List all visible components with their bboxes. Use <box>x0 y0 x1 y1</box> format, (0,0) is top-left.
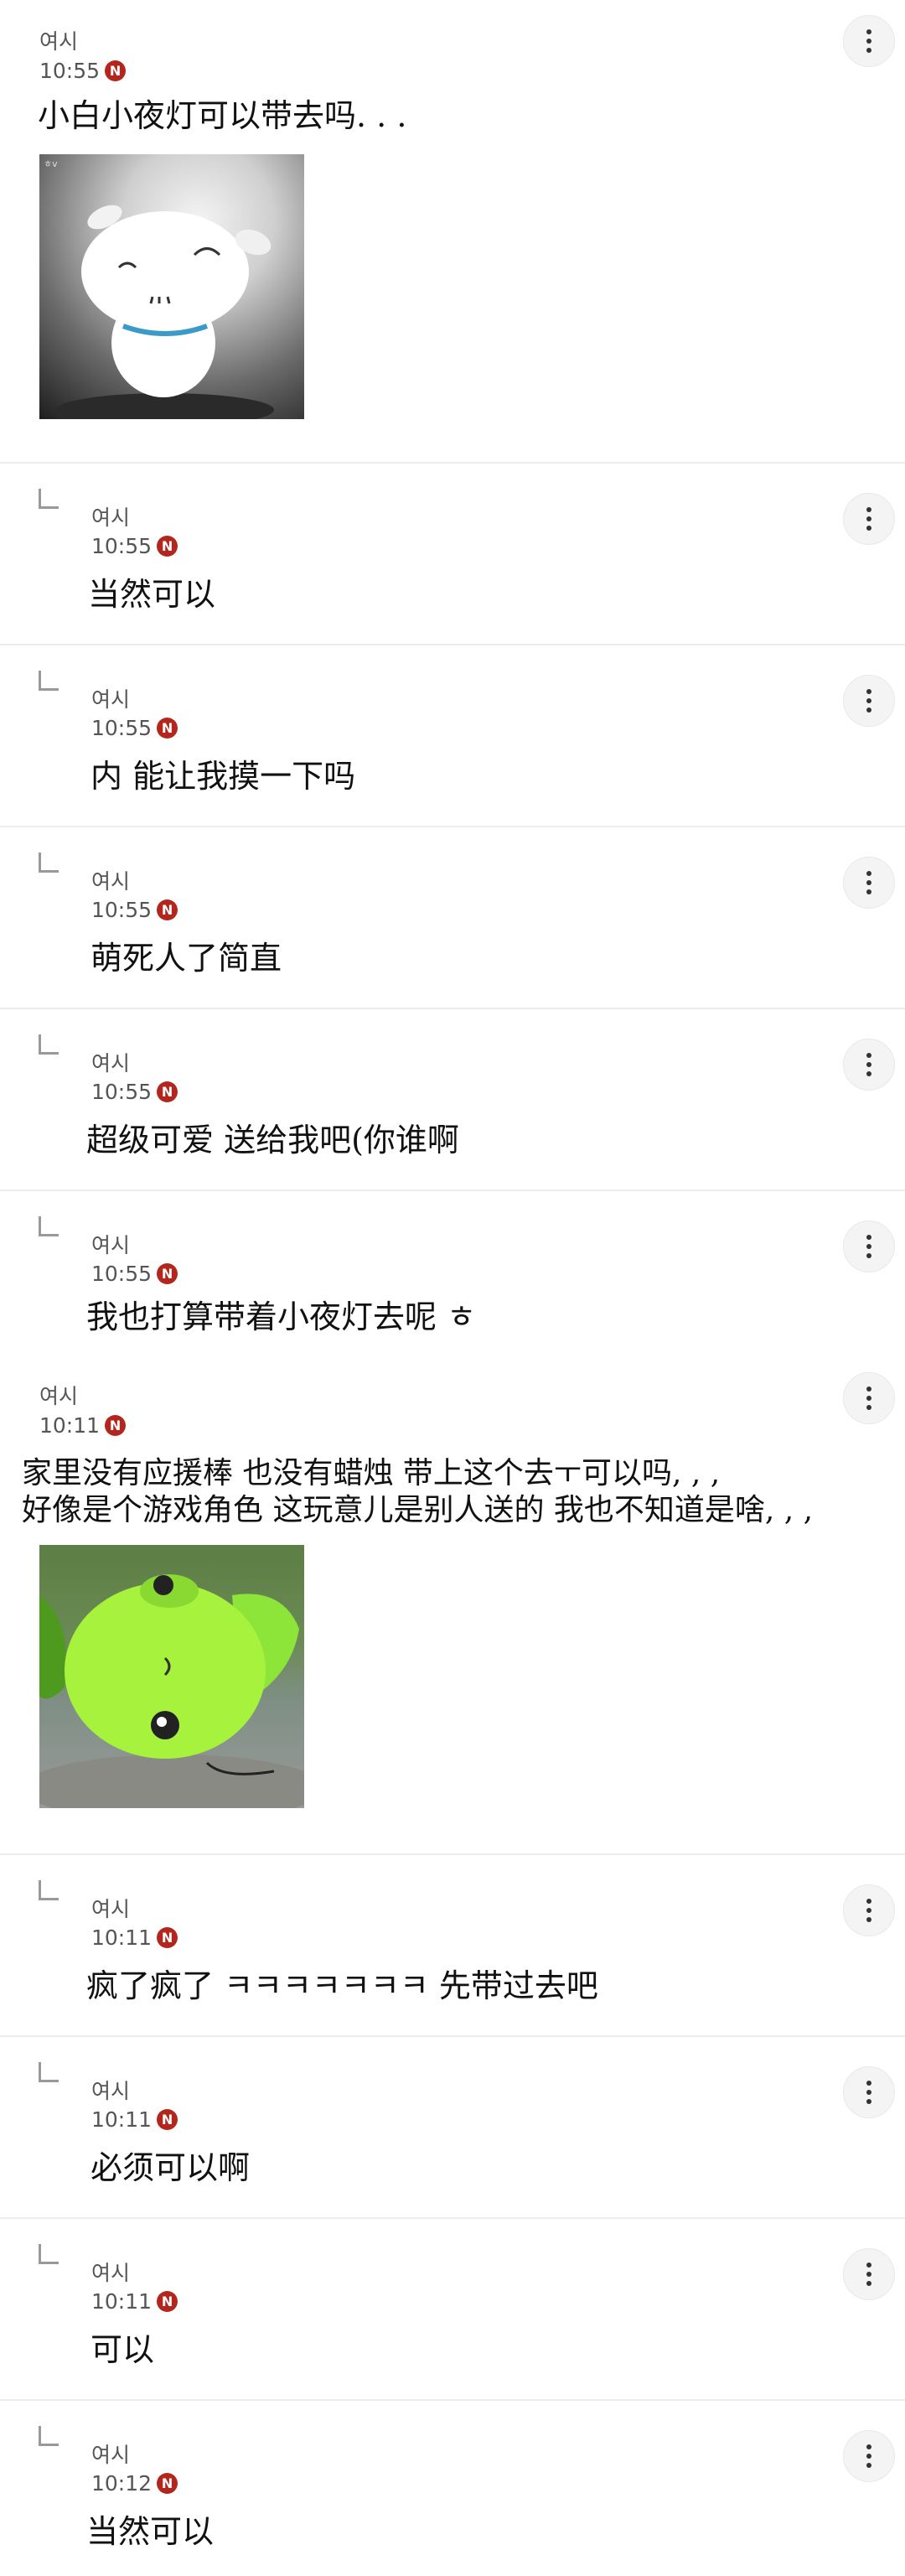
new-badge-icon: N <box>157 899 178 920</box>
reply-comment: 여시 10:55 N 萌死人了简直 <box>0 827 905 1008</box>
reply-arrow-icon <box>39 2426 59 2446</box>
new-badge-icon: N <box>157 2109 178 2130</box>
time-text: 10:55 <box>91 1080 153 1104</box>
comment-text: 小白小夜灯可以带去吗. . . <box>38 97 407 134</box>
comment-text: 当然可以 <box>86 2513 215 2550</box>
comment-time: 10:55 N <box>39 59 127 83</box>
comment-author: 여시 <box>91 2261 131 2285</box>
reply-arrow-icon <box>39 671 59 691</box>
more-options-button[interactable] <box>843 1221 895 1272</box>
reply-comment: 여시 10:11 N 可以 <box>0 2219 905 2399</box>
reply-arrow-icon <box>39 2062 59 2082</box>
reply-arrow-icon <box>39 2244 59 2264</box>
reply-comment: 여시 10:55 N 超级可爱 送给我吧(你谁啊 <box>0 1009 905 1190</box>
comment-author: 여시 <box>91 2443 131 2467</box>
comment-text: 我也打算带着小夜灯去呢 ㅎ <box>86 1298 477 1335</box>
more-options-button[interactable] <box>843 675 895 727</box>
more-options-button[interactable] <box>843 1884 895 1936</box>
more-options-button[interactable] <box>843 1372 895 1424</box>
time-text: 10:11 <box>39 1413 101 1438</box>
new-badge-icon: N <box>105 1415 127 1436</box>
reply-arrow-icon <box>39 489 59 509</box>
reply-arrow-icon <box>39 1216 59 1236</box>
comment-time: 10:11 N <box>91 2289 178 2314</box>
new-badge-icon: N <box>157 1081 178 1102</box>
reply-arrow-icon <box>39 1880 59 1900</box>
reply-arrow-icon <box>39 853 59 873</box>
more-options-button[interactable] <box>843 15 895 67</box>
new-badge-icon: N <box>157 2291 178 2312</box>
comment-time: 10:55 N <box>91 1080 178 1104</box>
comment-text: 疯了疯了 ㅋㅋㅋㅋㅋㅋㅋ 先带过去吧 <box>86 1967 598 2004</box>
time-text: 10:55 <box>91 898 153 922</box>
new-badge-icon: N <box>157 1927 178 1948</box>
green-character-lamp-photo[interactable] <box>39 1545 304 1808</box>
reply-comment: 여시 10:55 N 我也打算带着小夜灯去呢 ㅎ <box>0 1191 905 1363</box>
comment-author: 여시 <box>91 505 131 530</box>
reply-comment: 여시 10:11 N 必须可以啊 <box>0 2037 905 2217</box>
new-badge-icon: N <box>157 718 178 739</box>
time-text: 10:55 <box>91 716 153 740</box>
comment-author: 여시 <box>91 869 131 894</box>
green-character-lamp-image <box>39 1574 304 1808</box>
comment-time: 10:12 N <box>91 2471 178 2496</box>
comment-top-1: 여시 10:55 N 小白小夜灯可以带去吗. . . ㅎv <box>0 0 905 463</box>
time-text: 10:55 <box>91 534 153 558</box>
time-text: 10:12 <box>91 2471 153 2496</box>
new-badge-icon: N <box>105 60 127 81</box>
more-options-button[interactable] <box>843 2248 895 2300</box>
comment-text: 当然可以 <box>88 576 216 613</box>
comment-author: 여시 <box>91 687 131 712</box>
comment-text-line-2: 好像是个游戏角色 这玩意儿是别人送的 我也不知道是啥, , , <box>22 1493 814 1527</box>
comment-time: 10:55 N <box>91 898 178 922</box>
shinchan-dog-lamp-image <box>56 205 274 419</box>
new-badge-icon: N <box>157 2473 178 2494</box>
time-text: 10:55 <box>39 59 101 83</box>
comment-text: 萌死人了简直 <box>90 940 282 977</box>
comment-author: 여시 <box>91 1897 131 1921</box>
time-text: 10:11 <box>91 2289 153 2314</box>
comment-text: 可以 <box>90 2331 155 2368</box>
comment-time: 10:11 N <box>91 2107 178 2132</box>
more-options-button[interactable] <box>843 1039 895 1091</box>
reply-arrow-icon <box>39 1034 59 1055</box>
comment-text: 内 能让我摸一下吗 <box>90 758 356 795</box>
comment-author: 여시 <box>39 29 79 54</box>
reply-comment: 여시 10:11 N 疯了疯了 ㅋㅋㅋㅋㅋㅋㅋ 先带过去吧 <box>0 1855 905 2035</box>
time-text: 10:11 <box>91 1926 153 1950</box>
more-options-button[interactable] <box>843 2430 895 2482</box>
more-options-button[interactable] <box>843 2066 895 2118</box>
time-text: 10:11 <box>91 2107 153 2132</box>
comment-text: 超级可爱 送给我吧(你谁啊 <box>86 1122 459 1158</box>
comment-time: 10:11 N <box>91 1926 178 1950</box>
reply-comment: 여시 10:55 N 当然可以 <box>0 464 905 644</box>
time-text: 10:55 <box>91 1262 153 1286</box>
more-options-button[interactable] <box>843 857 895 909</box>
comment-author: 여시 <box>91 1233 131 1257</box>
night-light-photo[interactable]: ㅎv <box>39 154 304 419</box>
comment-author: 여시 <box>91 2079 131 2103</box>
comment-text: 必须可以啊 <box>90 2149 251 2186</box>
comment-time: 10:55 N <box>91 1262 178 1286</box>
comment-time: 10:11 N <box>39 1413 127 1438</box>
comment-author: 여시 <box>39 1384 79 1408</box>
reply-comment: 여시 10:12 N 当然可以 <box>0 2401 905 2576</box>
comment-author: 여시 <box>91 1051 131 1075</box>
new-badge-icon: N <box>157 536 178 557</box>
comment-time: 10:55 N <box>91 716 178 740</box>
reply-comment: 여시 10:55 N 内 能让我摸一下吗 <box>0 645 905 826</box>
new-badge-icon: N <box>157 1263 178 1284</box>
comment-text-line-1: 家里没有应援棒 也没有蜡烛 带上这个去ㅜ可以吗, , , <box>22 1456 721 1490</box>
comment-time: 10:55 N <box>91 534 178 558</box>
more-options-button[interactable] <box>843 493 895 545</box>
